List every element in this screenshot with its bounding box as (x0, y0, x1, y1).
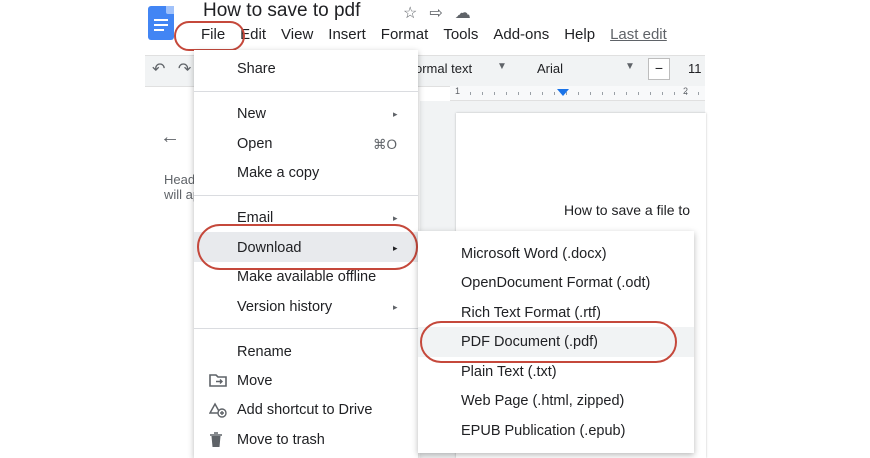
paragraph-style-select[interactable]: ormal text (415, 61, 472, 76)
ruler-ticks (470, 92, 705, 95)
add-shortcut-icon (208, 402, 227, 421)
chevron-down-icon[interactable]: ▼ (497, 61, 507, 72)
blank-margin (705, 0, 870, 458)
submenu-arrow-icon: ▸ (393, 302, 398, 312)
font-family-select[interactable]: Arial (537, 61, 563, 76)
outline-hint: will appear here (164, 187, 194, 202)
undo-redo-group: ↶ ↷ (152, 59, 191, 79)
download-docx[interactable]: Microsoft Word (.docx) (461, 246, 607, 262)
trash-icon (209, 432, 223, 451)
menu-help[interactable]: Help (564, 26, 595, 43)
document-heading[interactable]: How to save a file to (564, 202, 704, 218)
menu-format[interactable]: Format (381, 26, 429, 43)
menu-item-make-offline[interactable]: Make available offline (237, 269, 376, 285)
menu-item-rename[interactable]: Rename (237, 344, 292, 360)
menu-divider (194, 328, 418, 329)
download-odt[interactable]: OpenDocument Format (.odt) (461, 275, 650, 291)
undo-icon[interactable]: ↶ (152, 61, 165, 78)
menu-item-add-shortcut[interactable]: Add shortcut to Drive (237, 402, 372, 418)
move-to-folder-icon (209, 373, 227, 390)
cloud-status-icon[interactable]: ☁ (455, 3, 471, 23)
document-title[interactable]: How to save to pdf (203, 0, 360, 22)
menu-add-ons[interactable]: Add-ons (493, 26, 549, 43)
submenu-arrow-icon: ▸ (393, 213, 398, 223)
ruler-label: 2 (683, 86, 689, 96)
menu-view[interactable]: View (281, 26, 313, 43)
indent-marker-icon[interactable] (557, 89, 569, 96)
menu-item-make-copy[interactable]: Make a copy (237, 165, 319, 181)
menu-item-new[interactable]: New (237, 106, 266, 122)
last-edit-link[interactable]: Last edit (610, 26, 667, 43)
back-arrow-icon[interactable]: ← (160, 126, 180, 149)
menu-item-share[interactable]: Share (237, 61, 276, 77)
star-icon[interactable]: ☆ (403, 3, 417, 23)
menubar: File Edit View Insert Format Tools Add-o… (201, 26, 682, 43)
download-rtf[interactable]: Rich Text Format (.rtf) (461, 305, 601, 321)
menu-divider (194, 195, 418, 196)
menu-item-version-history[interactable]: Version history (237, 299, 332, 315)
menu-item-move-trash[interactable]: Move to trash (237, 432, 325, 448)
download-epub[interactable]: EPUB Publication (.epub) (461, 423, 625, 439)
google-docs-logo-icon[interactable] (148, 6, 174, 40)
font-size-input[interactable]: 11 (688, 61, 702, 76)
download-html[interactable]: Web Page (.html, zipped) (461, 393, 624, 409)
download-txt[interactable]: Plain Text (.txt) (461, 364, 557, 380)
menu-item-move[interactable]: Move (237, 373, 272, 389)
menu-tools[interactable]: Tools (443, 26, 478, 43)
decrease-font-size-button[interactable]: − (648, 58, 670, 80)
download-highlight-circle (197, 224, 418, 270)
menu-insert[interactable]: Insert (328, 26, 366, 43)
menu-divider (194, 91, 418, 92)
title-actions: ☆ ⇨ ☁ (403, 3, 471, 23)
move-folder-icon[interactable]: ⇨ (429, 3, 442, 23)
chevron-down-icon[interactable]: ▼ (625, 61, 635, 72)
outline-hint: Headings you add to the document (164, 172, 194, 187)
open-shortcut: ⌘O (373, 137, 398, 152)
redo-icon[interactable]: ↷ (178, 61, 191, 78)
file-highlight-circle (174, 21, 245, 51)
ruler-label: 1 (455, 86, 461, 96)
submenu-arrow-icon: ▸ (393, 109, 398, 119)
menu-item-open[interactable]: Open (237, 136, 272, 152)
pdf-highlight-circle (420, 321, 677, 363)
